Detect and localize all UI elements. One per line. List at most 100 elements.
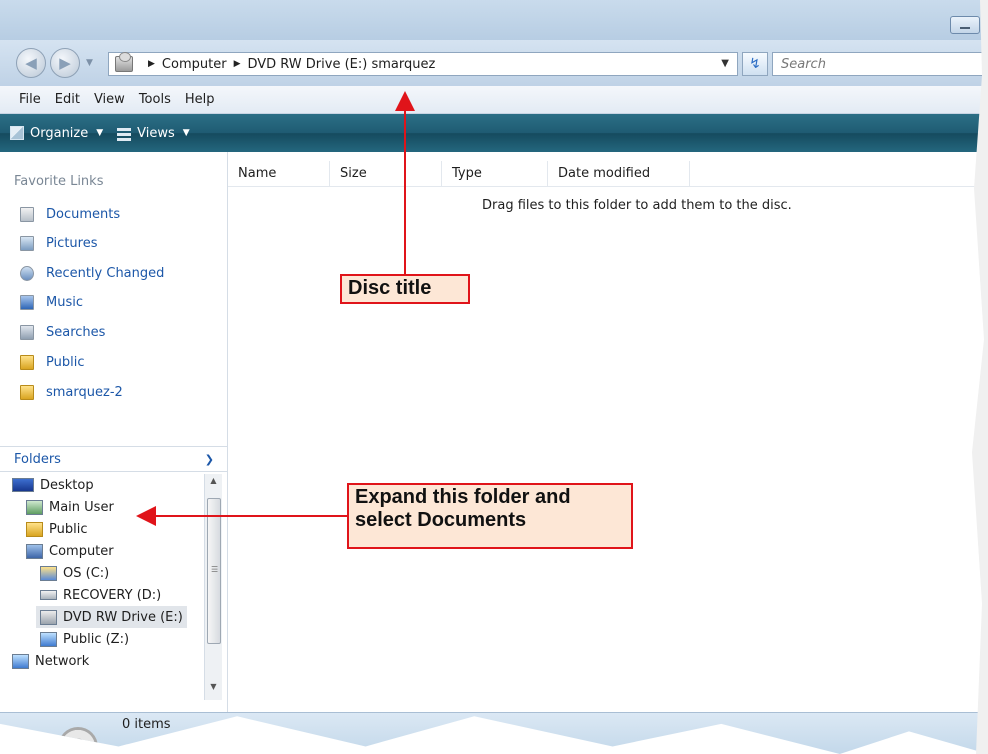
dvd-drive-icon <box>115 52 133 72</box>
chevron-down-icon: ❯ <box>204 452 214 466</box>
folders-label: Folders <box>14 451 61 467</box>
tree-item-label: Main User <box>49 499 114 515</box>
pictures-icon <box>20 235 34 251</box>
tree-item-desktop[interactable]: Desktop <box>12 474 94 496</box>
empty-folder-message: Drag files to this folder to add them to… <box>482 198 792 213</box>
search-input[interactable] <box>772 52 988 76</box>
fav-link-smarquez-2[interactable]: smarquez-2 <box>20 381 123 403</box>
expand-callout-line-2: select Documents <box>355 509 527 531</box>
system-drive-icon <box>40 565 57 581</box>
organize-button[interactable]: Organize ▼ <box>10 126 103 141</box>
favorite-links-header: Favorite Links <box>14 174 104 189</box>
menu-help[interactable]: Help <box>178 92 222 107</box>
refresh-icon: ↯ <box>749 56 761 72</box>
dvd-drive-icon <box>40 609 57 625</box>
computer-icon <box>26 543 43 559</box>
chevron-down-icon: ▼ <box>182 128 190 138</box>
chevron-right-icon[interactable]: ▶ <box>234 59 241 69</box>
address-bar[interactable]: ▶ Computer ▶ DVD RW Drive (E:) smarquez … <box>108 52 738 76</box>
tree-item-label: Desktop <box>40 477 94 493</box>
fav-link-label: Recently Changed <box>46 265 165 281</box>
views-button[interactable]: Views ▼ <box>117 126 190 141</box>
disc-icon <box>58 727 98 754</box>
recently-changed-icon <box>20 265 34 281</box>
breadcrumb-computer[interactable]: Computer <box>162 57 227 72</box>
column-header-type[interactable]: Type <box>442 161 548 187</box>
folders-toggle[interactable]: Folders ❯ <box>0 446 228 472</box>
column-header-date-modified[interactable]: Date modified <box>548 161 690 187</box>
menu-view[interactable]: View <box>87 92 132 107</box>
tree-item-main-user[interactable]: Main User <box>26 496 114 518</box>
fav-link-label: Documents <box>46 206 121 222</box>
recent-pages-dropdown-icon[interactable]: ▼ <box>86 58 93 68</box>
tree-item-label: RECOVERY (D:) <box>63 587 162 603</box>
music-icon <box>20 294 34 310</box>
scroll-down-arrow-icon[interactable]: ▼ <box>205 682 222 698</box>
expand-folder-callout: Expand this folder and select Documents <box>347 483 633 549</box>
network-drive-icon <box>40 631 57 647</box>
fav-link-music[interactable]: Music <box>20 291 83 313</box>
tree-item-os-c[interactable]: OS (C:) <box>40 562 109 584</box>
folder-icon <box>20 354 34 370</box>
menu-edit[interactable]: Edit <box>48 92 87 107</box>
folder-tree: Desktop Main User Public Computer OS (C:… <box>0 474 204 704</box>
documents-icon <box>20 206 34 222</box>
organize-icon <box>10 126 24 140</box>
tree-item-label: OS (C:) <box>63 565 110 581</box>
column-headers: Name Size Type Date modified <box>228 161 988 187</box>
views-label: Views <box>137 125 175 141</box>
searches-icon <box>20 324 34 340</box>
column-header-size[interactable]: Size <box>330 161 442 187</box>
menu-bar: File Edit View Tools Help <box>0 86 988 114</box>
tree-item-computer[interactable]: Computer <box>26 540 114 562</box>
address-dropdown-icon[interactable]: ▼ <box>721 58 729 69</box>
minimize-button[interactable] <box>950 16 980 34</box>
status-bar: 0 items <box>0 712 988 754</box>
tree-item-label: DVD RW Drive (E:) <box>63 609 183 625</box>
forward-button[interactable]: ▶ <box>50 48 80 78</box>
hard-drive-icon <box>40 590 57 600</box>
grip-icon: ☰ <box>211 565 219 574</box>
tree-item-public[interactable]: Public <box>26 518 87 540</box>
tree-scrollbar[interactable]: ▲ ☰ ▼ <box>204 474 222 700</box>
chevron-right-icon[interactable]: ▶ <box>148 59 155 69</box>
menu-tools[interactable]: Tools <box>132 92 178 107</box>
command-toolbar: Organize ▼ Views ▼ <box>0 114 988 152</box>
folder-icon <box>26 521 43 537</box>
title-bar <box>0 0 988 40</box>
tree-item-public-z[interactable]: Public (Z:) <box>40 628 129 650</box>
item-count: 0 items <box>122 717 171 732</box>
network-icon <box>12 653 29 669</box>
tree-item-label: Public (Z:) <box>63 631 130 647</box>
fav-link-label: smarquez-2 <box>46 384 123 400</box>
folder-icon <box>20 384 34 400</box>
breadcrumb-dvd-drive[interactable]: DVD RW Drive (E:) smarquez <box>247 57 435 72</box>
address-row: ◀ ▶ ▼ ▶ Computer ▶ DVD RW Drive (E:) sma… <box>0 40 988 86</box>
disc-title-callout: Disc title <box>340 274 470 304</box>
refresh-button[interactable]: ↯ <box>742 52 768 76</box>
explorer-window: ◀ ▶ ▼ ▶ Computer ▶ DVD RW Drive (E:) sma… <box>0 0 988 754</box>
back-arrow-icon: ◀ <box>25 54 37 72</box>
back-button[interactable]: ◀ <box>16 48 46 78</box>
fav-link-label: Music <box>46 294 83 310</box>
scrollbar-thumb[interactable]: ☰ <box>207 498 221 644</box>
organize-label: Organize <box>30 125 89 141</box>
navigation-pane: Favorite Links Documents Pictures Recent… <box>0 152 228 712</box>
fav-link-public[interactable]: Public <box>20 351 84 373</box>
fav-link-label: Pictures <box>46 235 98 251</box>
tree-item-label: Network <box>35 653 90 669</box>
menu-file[interactable]: File <box>12 92 48 107</box>
file-list-pane: Name Size Type Date modified Drag files … <box>228 152 988 712</box>
user-folder-icon <box>26 499 43 515</box>
fav-link-documents[interactable]: Documents <box>20 203 120 225</box>
tree-item-dvd-rw-drive[interactable]: DVD RW Drive (E:) <box>36 606 187 628</box>
tree-item-recovery-d[interactable]: RECOVERY (D:) <box>40 584 161 606</box>
scroll-up-arrow-icon[interactable]: ▲ <box>205 476 222 492</box>
fav-link-searches[interactable]: Searches <box>20 321 105 343</box>
fav-link-pictures[interactable]: Pictures <box>20 232 97 254</box>
expand-callout-line-1: Expand this folder and <box>355 486 571 508</box>
column-header-name[interactable]: Name <box>228 161 330 187</box>
views-icon <box>117 126 132 141</box>
fav-link-recently-changed[interactable]: Recently Changed <box>20 262 164 284</box>
tree-item-network[interactable]: Network <box>12 650 89 672</box>
